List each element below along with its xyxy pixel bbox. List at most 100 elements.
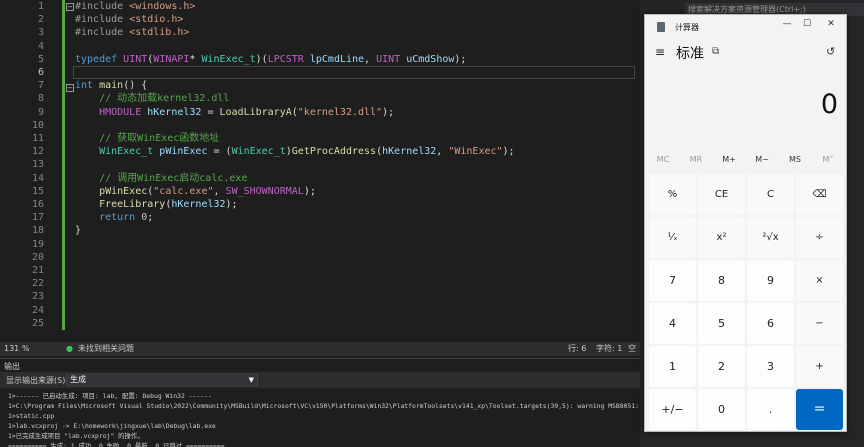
key-button[interactable]: 4 (649, 303, 696, 344)
line-number: 23 (31, 291, 44, 303)
key-button[interactable]: 7 (649, 260, 696, 301)
line-number: 7 (37, 80, 44, 92)
hamburger-menu-icon[interactable]: ≡ (655, 45, 665, 59)
code-line[interactable]: 11 // 获取WinExec函数地址 (0, 132, 640, 146)
key-button[interactable]: +/− (649, 389, 696, 430)
line-number: 21 (31, 265, 44, 276)
code-line[interactable]: 17 return 0; (0, 211, 640, 225)
key-button[interactable]: 2 (698, 346, 745, 387)
line-number: 4 (37, 40, 44, 52)
line-number: 20 (31, 251, 44, 263)
key-button[interactable]: 3 (747, 346, 794, 387)
key-button[interactable]: x² (698, 217, 745, 258)
code-line[interactable]: 7 int main() { (0, 79, 640, 93)
code-text: } (75, 225, 82, 237)
key-button[interactable]: . (747, 389, 794, 430)
key-button[interactable]: ¹⁄ₓ (649, 217, 696, 258)
line-number: 24 (31, 304, 44, 316)
code-text: return 0; (75, 212, 154, 224)
line-number: 19 (31, 238, 44, 250)
code-line[interactable]: 5 typedef UINT(WINAPI* WinExec_t)(LPCSTR … (0, 53, 640, 67)
line-number: 11 (31, 133, 44, 144)
line-number: 15 (31, 185, 44, 197)
check-icon: ● (66, 344, 73, 353)
line-number: 17 (31, 212, 44, 224)
code-text: #include <stdio.h> (75, 14, 184, 26)
code-text: // 动态加载kernel32.dll (75, 93, 230, 105)
key-button[interactable]: 1 (649, 346, 696, 387)
key-button[interactable]: × (796, 260, 843, 301)
memory-button[interactable]: M+ (713, 155, 745, 164)
code-line[interactable]: 4 (0, 40, 640, 54)
code-text: pWinExec("calc.exe", SW_SHOWNORMAL); (75, 185, 316, 197)
key-button[interactable]: ⌫ (796, 174, 843, 215)
key-button[interactable]: ²√x (747, 217, 794, 258)
line-number: 3 (37, 27, 44, 39)
memory-button[interactable]: MC (647, 155, 679, 164)
code-line[interactable]: 25 (0, 317, 640, 331)
key-button[interactable]: ÷ (796, 217, 843, 258)
output-toolbar: 显示输出来源(S): 生成 ▼ (0, 372, 640, 388)
key-button[interactable]: 8 (698, 260, 745, 301)
key-button[interactable]: 9 (747, 260, 794, 301)
key-button[interactable]: C (747, 174, 794, 215)
line-number: 2 (37, 14, 44, 26)
code-line[interactable]: 16 FreeLibrary(hKernel32); (0, 198, 640, 212)
code-line[interactable]: 22 (0, 277, 640, 291)
line-number: 18 (31, 225, 44, 237)
output-text[interactable]: 1>------ 已启动生成: 项目: lab, 配置: Debug Win32… (8, 391, 656, 447)
memory-button[interactable]: MR (680, 155, 712, 164)
calculator-display: 0 (820, 89, 838, 120)
editor-status-bar: 131 % ● 未找到相关问题 行: 6 字符: 1 空格 (0, 342, 640, 367)
code-text: int main() { (75, 80, 148, 92)
code-line[interactable]: 9 HMODULE hKernel32 = LoadLibraryA("kern… (0, 106, 640, 120)
code-line[interactable]: 24 (0, 304, 640, 318)
close-button[interactable]: ✕ (821, 19, 841, 29)
line-number: 25 (31, 317, 44, 329)
output-source-select[interactable]: 生成 ▼ (66, 374, 258, 386)
code-line[interactable]: 21 (0, 264, 640, 278)
key-button[interactable]: CE (698, 174, 745, 215)
zoom-level[interactable]: 131 % (4, 342, 29, 356)
memory-button[interactable]: M− (746, 155, 778, 164)
key-button[interactable]: 0 (698, 389, 745, 430)
code-line[interactable]: 1 #include <windows.h> (0, 0, 640, 14)
code-line[interactable]: 15 pWinExec("calc.exe", SW_SHOWNORMAL); (0, 185, 640, 199)
maximize-button[interactable]: ☐ (797, 19, 817, 29)
output-title: 输出 (4, 362, 20, 371)
line-number: 22 (31, 278, 44, 290)
memory-button[interactable]: MS (779, 155, 811, 164)
key-button[interactable]: 5 (698, 303, 745, 344)
key-button[interactable]: 6 (747, 303, 794, 344)
code-line[interactable]: 3 #include <stdlib.h> (0, 26, 640, 40)
key-button[interactable]: − (796, 303, 843, 344)
code-line[interactable]: 10 (0, 119, 640, 133)
history-icon[interactable]: ↺ (826, 45, 835, 58)
screen-root: { "editor": { "lines": [ {"n":"1","parts… (0, 0, 864, 447)
output-source-value: 生成 (70, 375, 86, 384)
code-line[interactable]: 2 #include <stdio.h> (0, 13, 640, 27)
code-text: typedef UINT(WINAPI* WinExec_t)(LPCSTR l… (75, 53, 467, 65)
issues-status[interactable]: 未找到相关问题 (78, 342, 134, 356)
code-line[interactable]: 8 // 动态加载kernel32.dll (0, 92, 640, 106)
code-line[interactable]: 6 (0, 66, 640, 80)
code-line[interactable]: 20 (0, 251, 640, 265)
key-button[interactable]: = (796, 389, 843, 430)
code-line[interactable]: 14 // 调用WinExec启动calc.exe (0, 172, 640, 186)
keep-on-top-icon[interactable]: ⧉ (712, 46, 719, 57)
key-button[interactable]: % (649, 174, 696, 215)
code-line[interactable]: 23 (0, 290, 640, 304)
code-editor[interactable]: − − 1 #include <windows.h> 2 #include <stdi… (0, 0, 640, 342)
code-text: FreeLibrary(hKernel32); (75, 199, 238, 210)
line-number: 10 (31, 119, 44, 131)
code-line[interactable]: 19 (0, 238, 640, 252)
line-number: 14 (31, 172, 44, 184)
code-line[interactable]: 12 WinExec_t pWinExec = (WinExec_t)GetPr… (0, 145, 640, 159)
code-text: // 调用WinExec启动calc.exe (75, 172, 248, 184)
code-line[interactable]: 18} (0, 224, 640, 238)
minimize-button[interactable]: — (777, 19, 797, 29)
code-line[interactable]: 13 (0, 158, 640, 172)
memory-button[interactable]: M˅ (812, 155, 844, 164)
key-button[interactable]: + (796, 346, 843, 387)
line-number: 5 (37, 53, 44, 65)
